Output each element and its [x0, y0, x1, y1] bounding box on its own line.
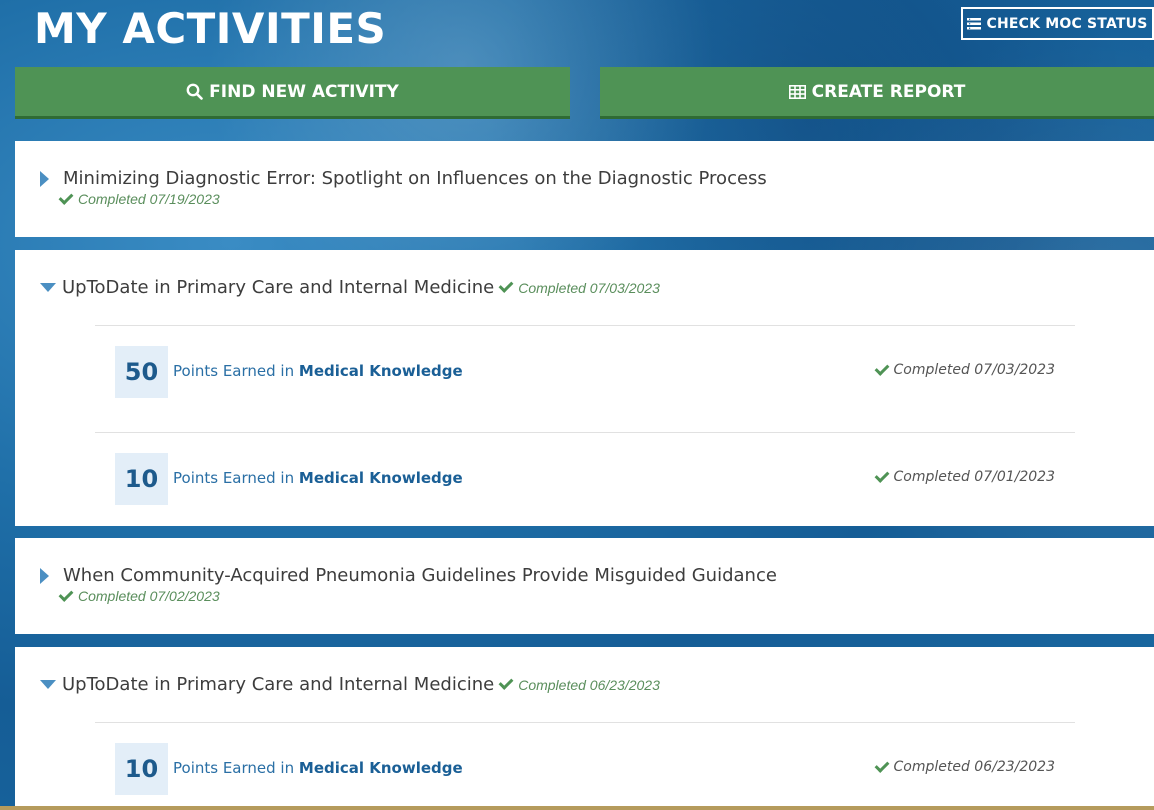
points-status: Completed 07/01/2023	[874, 467, 1056, 485]
points-label: Points Earned in	[173, 469, 295, 487]
activity-card: UpToDate in Primary Care and Internal Me…	[15, 647, 1154, 806]
points-value: 50	[115, 346, 168, 398]
check-moc-status-label: CHECK MOC STATUS	[986, 15, 1148, 32]
points-value: 10	[115, 453, 168, 505]
points-domain-link[interactable]: Medical Knowledge	[299, 469, 463, 487]
page-title: MY ACTIVITIES	[34, 4, 387, 53]
points-row: 10 Points Earned in Medical Knowledge Co…	[115, 743, 1055, 795]
check-moc-status-button[interactable]: CHECK MOC STATUS	[961, 7, 1154, 40]
check-icon	[58, 586, 74, 602]
activity-card: Minimizing Diagnostic Error: Spotlight o…	[15, 141, 1154, 237]
activity-header[interactable]: When Community-Acquired Pneumonia Guidel…	[40, 565, 777, 586]
activity-status: Completed 07/03/2023	[498, 278, 660, 296]
points-domain-link[interactable]: Medical Knowledge	[299, 362, 463, 380]
activity-status-text: Completed 07/03/2023	[518, 279, 660, 296]
points-domain-link[interactable]: Medical Knowledge	[299, 759, 463, 777]
bottom-strip	[0, 806, 1154, 810]
list-icon	[967, 17, 982, 29]
divider	[95, 325, 1075, 326]
points-status-text: Completed 06/23/2023	[893, 759, 1056, 775]
points-description: Points Earned in Medical Knowledge	[173, 759, 463, 777]
check-icon	[874, 757, 889, 773]
activity-title[interactable]: Minimizing Diagnostic Error: Spotlight o…	[63, 168, 767, 189]
activity-header[interactable]: UpToDate in Primary Care and Internal Me…	[40, 674, 660, 695]
check-icon	[874, 467, 889, 483]
activity-status: Completed 06/23/2023	[498, 675, 660, 693]
check-icon	[58, 189, 74, 205]
activity-card: When Community-Acquired Pneumonia Guidel…	[15, 538, 1154, 634]
caret-right-icon[interactable]	[40, 170, 49, 187]
search-icon	[186, 83, 203, 100]
points-label: Points Earned in	[173, 362, 295, 380]
divider	[95, 432, 1075, 433]
create-report-label: CREATE REPORT	[811, 81, 966, 102]
activity-status-text: Completed 07/02/2023	[78, 588, 220, 604]
activity-title[interactable]: UpToDate in Primary Care and Internal Me…	[62, 277, 494, 298]
activity-status: Completed 07/02/2023	[58, 586, 220, 604]
activity-status: Completed 07/19/2023	[58, 189, 220, 207]
points-description: Points Earned in Medical Knowledge	[173, 362, 463, 380]
points-label: Points Earned in	[173, 759, 295, 777]
find-new-activity-label: FIND NEW ACTIVITY	[209, 81, 399, 102]
create-report-button[interactable]: CREATE REPORT	[600, 67, 1154, 119]
activity-title[interactable]: UpToDate in Primary Care and Internal Me…	[62, 674, 494, 695]
check-icon	[498, 278, 514, 293]
activity-header[interactable]: Minimizing Diagnostic Error: Spotlight o…	[40, 168, 767, 189]
activity-header[interactable]: UpToDate in Primary Care and Internal Me…	[40, 277, 660, 298]
caret-right-icon[interactable]	[40, 567, 49, 584]
table-icon	[788, 84, 806, 99]
points-row: 10 Points Earned in Medical Knowledge Co…	[115, 453, 1055, 505]
points-row: 50 Points Earned in Medical Knowledge Co…	[115, 346, 1055, 398]
activity-status-text: Completed 07/19/2023	[78, 191, 220, 207]
activity-status-text: Completed 06/23/2023	[518, 676, 660, 693]
caret-down-icon[interactable]	[40, 283, 56, 292]
find-new-activity-button[interactable]: FIND NEW ACTIVITY	[15, 67, 570, 119]
points-status: Completed 07/03/2023	[874, 360, 1056, 378]
caret-down-icon[interactable]	[40, 680, 56, 689]
points-status-text: Completed 07/01/2023	[893, 469, 1056, 485]
check-icon	[874, 360, 889, 376]
activity-card: UpToDate in Primary Care and Internal Me…	[15, 250, 1154, 526]
check-icon	[498, 675, 514, 690]
points-status-text: Completed 07/03/2023	[893, 362, 1056, 378]
divider	[95, 722, 1075, 723]
points-status: Completed 06/23/2023	[874, 757, 1056, 775]
activity-title[interactable]: When Community-Acquired Pneumonia Guidel…	[63, 565, 777, 586]
points-value: 10	[115, 743, 168, 795]
points-description: Points Earned in Medical Knowledge	[173, 469, 463, 487]
